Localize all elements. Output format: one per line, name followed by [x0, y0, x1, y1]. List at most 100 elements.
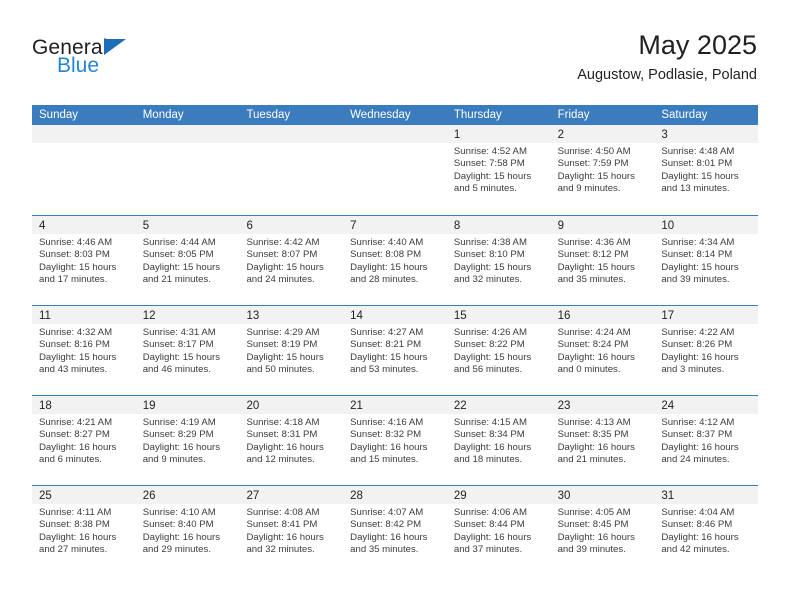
calendar-day-cell[interactable]: 5 Sunrise: 4:44 AM Sunset: 8:05 PM Daylight… [135, 216, 240, 305]
calendar-day-cell[interactable]: 16 Sunrise: 4:24 AM Sunset: 8:24 PM Dayligh… [550, 306, 655, 395]
weekday-header-sunday: Sunday [39, 109, 79, 121]
calendar-day-cell-empty[interactable] [135, 125, 240, 215]
daylight-duration-line2: and 6 minutes. [39, 453, 102, 465]
daylight-duration-line1: Daylight: 15 hours [246, 261, 324, 273]
sunrise-time: Sunrise: 4:36 AM [557, 237, 631, 248]
calendar-day-cell[interactable]: 11 Sunrise: 4:32 AM Sunset: 8:16 PM Dayligh… [32, 306, 136, 395]
calendar-day-cell[interactable]: 15 Sunrise: 4:26 AM Sunset: 8:22 PM Dayligh… [446, 306, 551, 395]
day-number-band: 23 [550, 396, 655, 414]
day-number: 25 [39, 490, 52, 502]
calendar-day-cell[interactable]: 7 Sunrise: 4:40 AM Sunset: 8:08 PM Daylight… [343, 216, 447, 305]
sunset-time: Sunset: 8:32 PM [350, 429, 422, 441]
calendar-day-cell[interactable]: 21 Sunrise: 4:16 AM Sunset: 8:32 PM Dayligh… [343, 396, 447, 485]
sunrise-time: Sunrise: 4:13 AM [557, 417, 631, 428]
day-sun-info: Sunrise: 4:21 AM Sunset: 8:27 PM Daylight:… [32, 414, 136, 466]
sunset-time: Sunset: 8:41 PM [246, 519, 318, 531]
weekday-header-friday: Friday [557, 109, 590, 121]
day-sun-info: Sunrise: 4:18 AM Sunset: 8:31 PM Daylight:… [239, 414, 343, 466]
sunset-time: Sunset: 8:45 PM [557, 519, 629, 531]
calendar-day-cell[interactable]: 17 Sunrise: 4:22 AM Sunset: 8:26 PM Dayligh… [654, 306, 759, 395]
calendar-grid: Sunday Monday Tuesday Wednesday Thursday Frid… [32, 105, 759, 575]
daylight-duration-line2: and 50 minutes. [246, 363, 315, 375]
calendar-day-cell[interactable]: 3 Sunrise: 4:48 AM Sunset: 8:01 PM Daylight… [654, 125, 759, 215]
logo-triangle-icon [104, 39, 126, 55]
sunset-time: Sunset: 8:01 PM [661, 158, 733, 170]
day-sun-info: Sunrise: 4:31 AM Sunset: 8:17 PM Daylight:… [136, 324, 240, 376]
calendar-day-cell[interactable]: 30 Sunrise: 4:05 AM Sunset: 8:45 PM Dayligh… [550, 486, 655, 575]
day-sun-info: Sunrise: 4:08 AM Sunset: 8:41 PM Daylight:… [239, 504, 343, 556]
sunrise-time: Sunrise: 4:18 AM [246, 417, 320, 428]
day-sun-info: Sunrise: 4:44 AM Sunset: 8:05 PM Daylight:… [136, 234, 240, 286]
day-sun-info: Sunrise: 4:12 AM Sunset: 8:37 PM Daylight:… [654, 414, 758, 466]
daylight-duration-line1: Daylight: 16 hours [453, 441, 532, 453]
day-number-band: 15 [446, 306, 551, 324]
day-number: 19 [142, 400, 156, 412]
calendar-day-cell-empty[interactable] [239, 125, 344, 215]
day-number-band: 17 [654, 306, 759, 324]
calendar-day-cell[interactable]: 20 Sunrise: 4:18 AM Sunset: 8:31 PM Dayligh… [239, 396, 344, 485]
calendar-day-cell-empty[interactable] [343, 125, 447, 215]
daylight-duration-line1: Daylight: 15 hours [350, 351, 428, 363]
sunrise-time: Sunrise: 4:04 AM [661, 507, 735, 518]
calendar-day-cell[interactable]: 2 Sunrise: 4:50 AM Sunset: 7:59 PM Daylight… [550, 125, 655, 215]
sunrise-time: Sunrise: 4:50 AM [557, 146, 631, 157]
day-number-band: 22 [446, 396, 551, 414]
sunset-time: Sunset: 8:07 PM [246, 249, 318, 261]
calendar-day-cell[interactable]: 22 Sunrise: 4:15 AM Sunset: 8:34 PM Dayligh… [446, 396, 551, 485]
calendar-day-cell[interactable]: 10 Sunrise: 4:34 AM Sunset: 8:14 PM Dayligh… [654, 216, 759, 305]
day-number: 30 [557, 490, 571, 502]
day-number: 6 [246, 220, 253, 232]
sunset-time: Sunset: 8:05 PM [142, 249, 214, 261]
calendar-day-cell[interactable]: 23 Sunrise: 4:13 AM Sunset: 8:35 PM Dayligh… [550, 396, 655, 485]
day-number: 2 [557, 129, 564, 141]
calendar-day-cell[interactable]: 25 Sunrise: 4:11 AM Sunset: 8:38 PM Dayligh… [32, 486, 136, 575]
calendar-day-cell[interactable]: 26 Sunrise: 4:10 AM Sunset: 8:40 PM Dayligh… [135, 486, 240, 575]
day-number-band: 20 [239, 396, 344, 414]
day-number: 26 [142, 490, 156, 502]
calendar-day-cell[interactable]: 13 Sunrise: 4:29 AM Sunset: 8:19 PM Dayligh… [239, 306, 344, 395]
calendar-day-cell[interactable]: 12 Sunrise: 4:31 AM Sunset: 8:17 PM Dayligh… [135, 306, 240, 395]
day-number-band: 27 [239, 486, 344, 504]
calendar-day-cell[interactable]: 9 Sunrise: 4:36 AM Sunset: 8:12 PM Daylight… [550, 216, 655, 305]
calendar-day-cell[interactable]: 4 Sunrise: 4:46 AM Sunset: 8:03 PM Daylight… [32, 216, 136, 305]
sunset-time: Sunset: 8:34 PM [453, 429, 525, 441]
sunrise-time: Sunrise: 4:19 AM [142, 417, 216, 428]
day-number-band: 7 [343, 216, 447, 234]
day-sun-info: Sunrise: 4:04 AM Sunset: 8:46 PM Daylight:… [654, 504, 758, 556]
day-number: 17 [661, 310, 675, 322]
calendar-day-cell[interactable]: 6 Sunrise: 4:42 AM Sunset: 8:07 PM Daylight… [239, 216, 344, 305]
day-sun-info: Sunrise: 4:13 AM Sunset: 8:35 PM Daylight:… [551, 414, 655, 466]
calendar-day-cell[interactable]: 31 Sunrise: 4:04 AM Sunset: 8:46 PM Dayligh… [654, 486, 759, 575]
daylight-duration-line1: Daylight: 16 hours [39, 441, 117, 453]
day-number: 10 [661, 220, 675, 232]
calendar-day-cell[interactable]: 18 Sunrise: 4:21 AM Sunset: 8:27 PM Dayligh… [32, 396, 136, 485]
calendar-day-cell[interactable]: 8 Sunrise: 4:38 AM Sunset: 8:10 PM Daylight… [446, 216, 551, 305]
day-sun-info: Sunrise: 4:10 AM Sunset: 8:40 PM Daylight:… [136, 504, 240, 556]
daylight-duration-line2: and 18 minutes. [453, 453, 523, 465]
calendar-day-cell-empty[interactable] [32, 125, 136, 215]
day-sun-info: Sunrise: 4:36 AM Sunset: 8:12 PM Daylight:… [551, 234, 655, 286]
daylight-duration-line1: Daylight: 16 hours [350, 531, 428, 543]
calendar-day-cell[interactable]: 24 Sunrise: 4:12 AM Sunset: 8:37 PM Dayligh… [654, 396, 759, 485]
day-sun-info: Sunrise: 4:46 AM Sunset: 8:03 PM Daylight:… [32, 234, 136, 286]
sunset-time: Sunset: 8:12 PM [557, 249, 629, 261]
daylight-duration-line2: and 53 minutes. [350, 363, 419, 375]
sunrise-time: Sunrise: 4:15 AM [453, 417, 527, 428]
page-title: May 2025 [638, 30, 757, 60]
calendar-day-cell[interactable]: 1 Sunrise: 4:52 AM Sunset: 7:58 PM Daylight… [446, 125, 551, 215]
calendar-day-cell[interactable]: 14 Sunrise: 4:27 AM Sunset: 8:21 PM Dayligh… [343, 306, 447, 395]
day-number: 4 [39, 220, 46, 232]
calendar-day-cell[interactable]: 29 Sunrise: 4:06 AM Sunset: 8:44 PM Dayligh… [446, 486, 551, 575]
sunset-time: Sunset: 8:38 PM [39, 519, 110, 531]
sunrise-time: Sunrise: 4:06 AM [453, 507, 527, 518]
day-number-band: 18 [32, 396, 136, 414]
sunset-time: Sunset: 8:35 PM [557, 429, 629, 441]
calendar-day-cell[interactable]: 27 Sunrise: 4:08 AM Sunset: 8:41 PM Dayligh… [239, 486, 344, 575]
sunset-time: Sunset: 8:17 PM [142, 339, 214, 351]
calendar-day-cell[interactable]: 28 Sunrise: 4:07 AM Sunset: 8:42 PM Dayligh… [343, 486, 447, 575]
day-number: 7 [350, 220, 357, 232]
calendar-day-cell[interactable]: 19 Sunrise: 4:19 AM Sunset: 8:29 PM Dayligh… [135, 396, 240, 485]
daylight-duration-line2: and 12 minutes. [246, 453, 315, 465]
sunset-time: Sunset: 8:10 PM [453, 249, 525, 261]
daylight-duration-line2: and 0 minutes. [557, 363, 621, 375]
